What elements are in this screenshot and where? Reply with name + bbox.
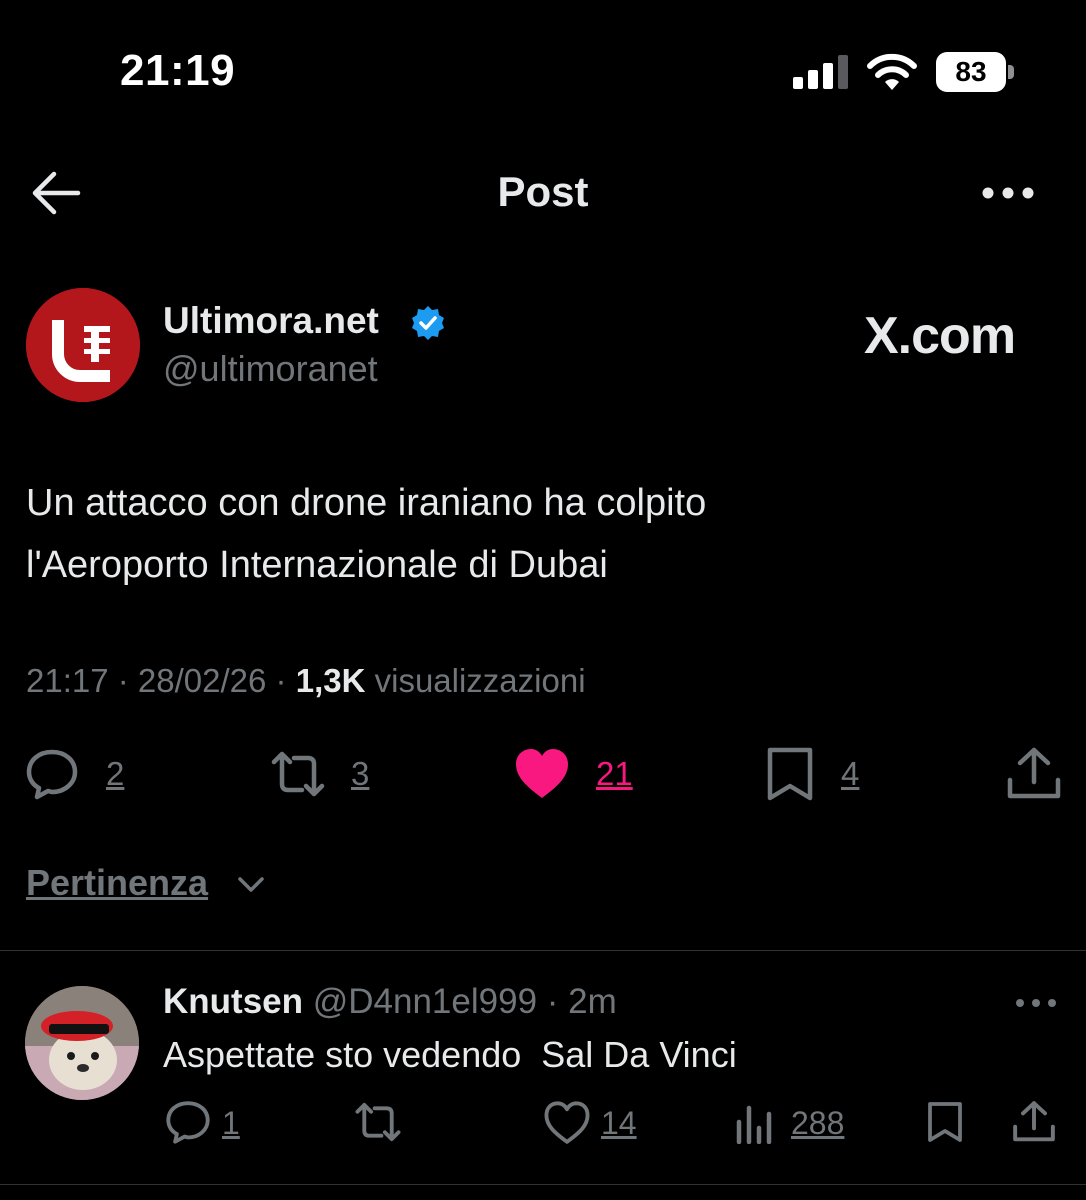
reply-views-count[interactable]: 288 xyxy=(791,1105,844,1142)
more-icon[interactable] xyxy=(980,183,1036,203)
sort-dropdown[interactable]: Pertinenza xyxy=(26,862,208,904)
signal-icon xyxy=(793,55,848,89)
post-text-line: Un attacco con drone iraniano ha colpito xyxy=(26,482,707,524)
reply-reply-count[interactable]: 1 xyxy=(222,1105,240,1142)
divider xyxy=(0,950,1086,951)
post-time: 21:17 xyxy=(26,662,109,699)
status-time: 21:19 xyxy=(120,46,236,95)
bookmark-count[interactable]: 4 xyxy=(841,755,859,793)
reply-icon[interactable] xyxy=(24,746,80,802)
xcom-watermark: X.com xyxy=(864,307,1016,365)
post-date: 28/02/26 xyxy=(137,662,267,699)
post-meta: 21:17 · 28/02/26 · 1,3K visualizzazioni xyxy=(26,662,586,699)
reply-count[interactable]: 2 xyxy=(106,755,124,793)
reply-icon[interactable] xyxy=(164,1098,212,1146)
views-label[interactable]: visualizzazioni xyxy=(375,662,586,699)
author-name[interactable]: Ultimora.net xyxy=(163,300,379,342)
repost-icon[interactable] xyxy=(270,746,326,802)
reply-avatar[interactable] xyxy=(25,986,139,1100)
battery-icon: 83 xyxy=(936,52,1016,92)
reply-header: Knutsen @D4nn1el999 · 2m xyxy=(163,982,617,1021)
chevron-down-icon[interactable] xyxy=(236,872,266,898)
repost-count[interactable]: 3 xyxy=(351,755,369,793)
share-icon[interactable] xyxy=(1012,1099,1056,1145)
repost-icon[interactable] xyxy=(354,1098,402,1146)
like-count[interactable]: 21 xyxy=(596,755,633,793)
author-avatar[interactable] xyxy=(26,288,140,402)
reply-age: 2m xyxy=(568,982,617,1021)
divider xyxy=(0,1184,1086,1185)
reply-like-count[interactable]: 14 xyxy=(601,1105,637,1142)
like-icon[interactable] xyxy=(543,1099,591,1147)
post-text-line: l'Aeroporto Internazionale di Dubai xyxy=(26,544,608,586)
reply-author-name[interactable]: Knutsen xyxy=(163,982,303,1021)
dog-cap-avatar-icon xyxy=(25,986,139,1100)
bookmark-icon[interactable] xyxy=(924,1100,966,1144)
like-icon[interactable] xyxy=(514,746,570,802)
post-text: Un attacco con drone iraniano ha colpito… xyxy=(26,472,1056,596)
page-title: Post xyxy=(497,168,589,215)
ultimora-logo-icon xyxy=(26,288,140,402)
more-icon[interactable] xyxy=(1014,996,1058,1010)
share-icon[interactable] xyxy=(1006,746,1062,802)
battery-level: 83 xyxy=(936,52,1006,92)
wifi-icon xyxy=(867,53,917,90)
bookmark-icon[interactable] xyxy=(762,746,818,802)
views-count: 1,3K xyxy=(295,662,366,699)
reply-author-handle[interactable]: @D4nn1el999 xyxy=(313,982,537,1021)
author-handle[interactable]: @ultimoranet xyxy=(163,348,378,390)
views-icon[interactable] xyxy=(735,1100,775,1144)
verified-icon xyxy=(412,306,444,340)
reply-text: Aspettate sto vedendo Sal Da Vinci xyxy=(163,1034,737,1075)
